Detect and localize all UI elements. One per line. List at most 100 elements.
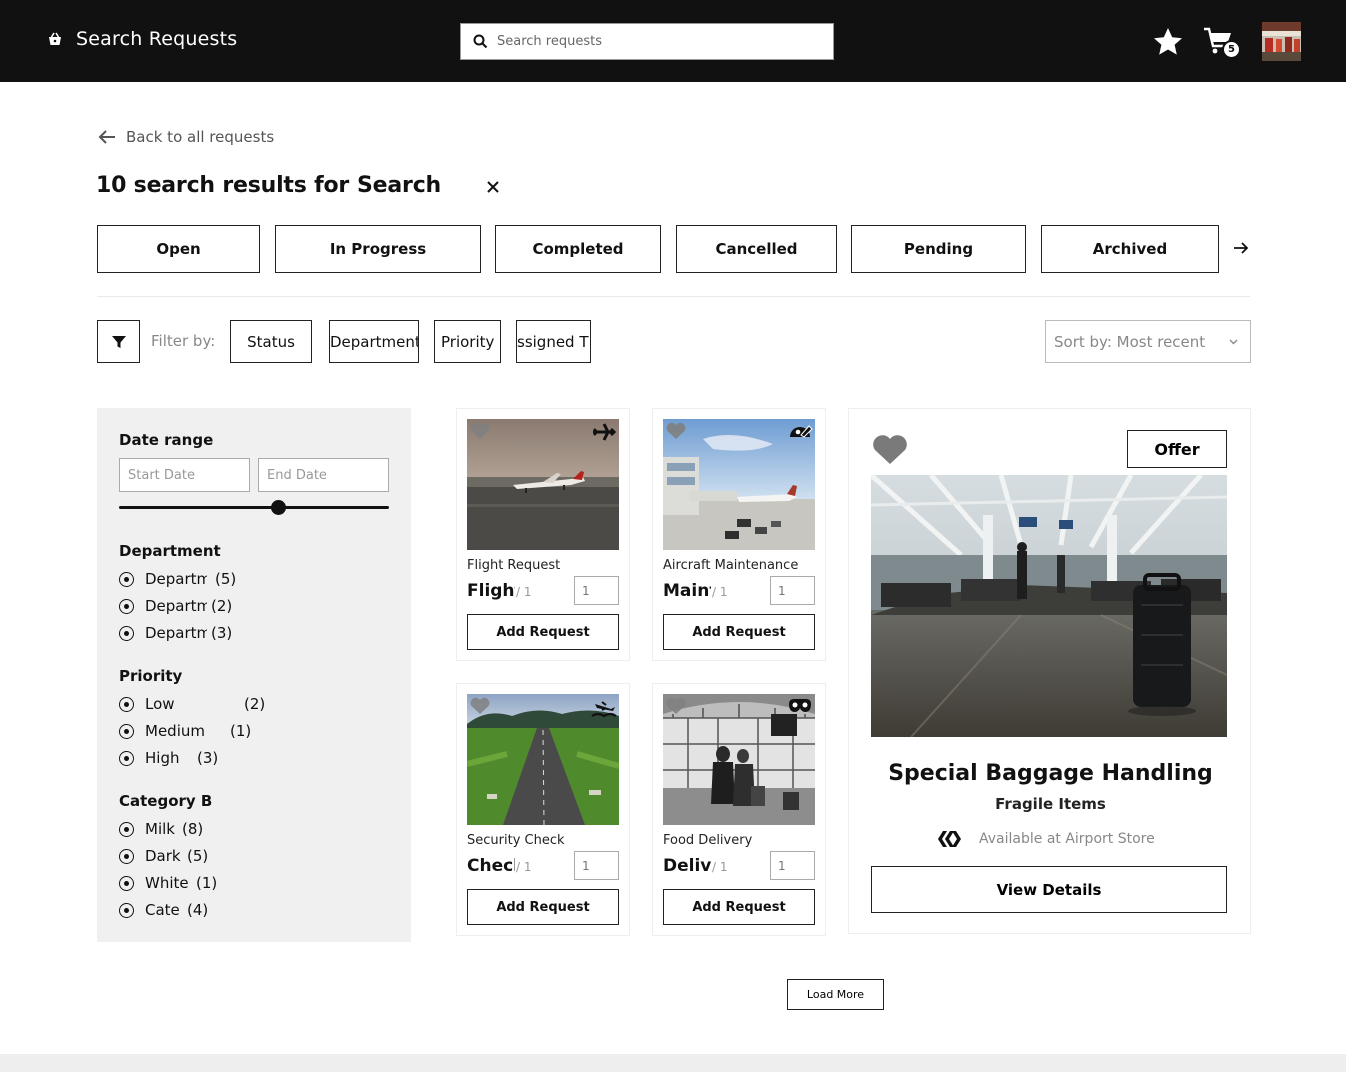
heart-icon[interactable] [469,421,491,441]
heart-icon[interactable] [871,433,909,466]
radio-button[interactable] [119,875,134,891]
cart-button[interactable]: 5 [1203,26,1243,62]
radio-button[interactable] [119,750,134,766]
quantity-input[interactable] [574,851,619,880]
priority-option[interactable]: High (3) [119,749,217,767]
featured-subtitle: Fragile Items [995,795,1106,813]
tab-pending[interactable]: Pending [851,225,1026,273]
quantity-input[interactable] [770,576,815,605]
add-request-button[interactable]: Add Request [467,614,619,650]
end-date-input[interactable] [258,458,389,492]
category-option[interactable]: White (1) [119,874,224,892]
tab-open[interactable]: Open [97,225,260,273]
radio-button[interactable] [119,723,134,739]
filter-chip-status[interactable]: Status [230,320,312,363]
option-count: (5) [187,847,207,865]
search-query: Search [357,173,441,198]
date-range-slider-thumb[interactable] [270,500,286,515]
option-label: Low [145,695,175,713]
card-image[interactable] [663,694,815,825]
tab-cancelled[interactable]: Cancelled [676,225,837,273]
option-label: Cate [145,901,180,919]
department-option[interactable]: Departm (2) [119,597,231,615]
request-card[interactable]: Security Check Checl / 1 Add Request [456,683,630,936]
funnel-icon [111,335,126,348]
option-count: (5) [215,570,235,588]
store-availability: Available at Airport Store [937,829,1155,849]
option-label: Dark [145,847,181,865]
filter-chip-department[interactable]: Department [329,320,419,363]
user-avatar[interactable] [1262,22,1301,61]
card-unit: / 1 [516,860,532,874]
search-input[interactable] [497,34,797,49]
quantity-input[interactable] [574,576,619,605]
wrench-icon [790,425,813,438]
card-title: Food Delivery [663,833,753,848]
results-title: 10 search results for Search [96,173,441,198]
filter-chip-priority[interactable]: Priority [434,320,501,363]
option-count: (8) [182,820,202,838]
radio-button[interactable] [119,848,134,864]
close-icon [487,181,499,193]
option-count: (1) [196,874,218,892]
start-date-input[interactable] [119,458,250,492]
radio-button[interactable] [119,625,134,641]
category-option[interactable]: Dark (5) [119,847,207,865]
quantity-input[interactable] [770,851,815,880]
load-more-button[interactable]: Load More [787,979,884,1010]
view-details-button[interactable]: View Details [871,866,1227,913]
department-option[interactable]: Departm (3) [119,624,231,642]
tab-completed[interactable]: Completed [495,225,661,273]
radio-button[interactable] [119,598,134,614]
add-request-button[interactable]: Add Request [663,889,815,925]
add-request-button[interactable]: Add Request [467,889,619,925]
filter-chip-assigned-to[interactable]: ssigned T [516,320,591,363]
heart-icon[interactable] [469,696,491,716]
card-code: Delive [663,856,711,876]
mask-icon [789,699,811,712]
option-label: Departm [145,570,207,588]
priority-option[interactable]: Low (2) [119,695,264,713]
radio-button[interactable] [119,821,134,837]
option-count: (2) [211,597,231,615]
app-title: Search Requests [76,28,238,50]
radio-button[interactable] [119,696,134,712]
category-option[interactable]: Milk (8) [119,820,202,838]
request-card[interactable]: Flight Request Flight / 1 Add Request [456,408,630,661]
featured-image[interactable] [871,475,1227,737]
add-request-button[interactable]: Add Request [663,614,815,650]
card-image[interactable] [467,694,619,825]
request-card[interactable]: Aircraft Maintenance Maint / 1 Add Reque… [652,408,826,661]
featured-card[interactable]: Offer Special Baggage Handling Fragile I… [848,408,1251,934]
brand[interactable]: Search Requests [46,28,237,50]
date-range-slider-track[interactable] [119,506,389,509]
card-image[interactable] [663,419,815,550]
category-heading: Category B [119,792,213,810]
priority-heading: Priority [119,667,183,685]
priority-option[interactable]: Medium (1) [119,722,258,740]
featured-title: Special Baggage Handling [888,761,1213,786]
filter-toggle-button[interactable] [97,320,140,363]
radio-button[interactable] [119,902,134,918]
tab-archived[interactable]: Archived [1041,225,1219,273]
offer-button[interactable]: Offer [1127,430,1227,468]
card-unit: / 1 [516,585,532,599]
radio-button[interactable] [119,571,134,587]
divider [97,296,1250,297]
favorites-star-icon[interactable] [1152,26,1184,58]
sort-dropdown[interactable]: Sort by: Most recent [1045,320,1251,363]
back-to-requests-link[interactable]: Back to all requests [98,128,274,146]
tab-in-progress[interactable]: In Progress [275,225,481,273]
search-bar[interactable] [460,23,834,60]
option-count: (1) [230,722,252,740]
department-option[interactable]: Departm (5) [119,570,235,588]
heart-icon[interactable] [665,696,687,716]
top-navbar: Search Requests 5 [0,0,1346,82]
request-card[interactable]: Food Delivery Delive / 1 Add Request [652,683,826,936]
category-option[interactable]: Cate (4) [119,901,207,919]
tabs-scroll-right-button[interactable] [1230,238,1252,260]
card-image[interactable] [467,419,619,550]
clear-search-button[interactable] [482,176,504,198]
footer [0,1054,1346,1072]
heart-icon[interactable] [665,421,687,441]
